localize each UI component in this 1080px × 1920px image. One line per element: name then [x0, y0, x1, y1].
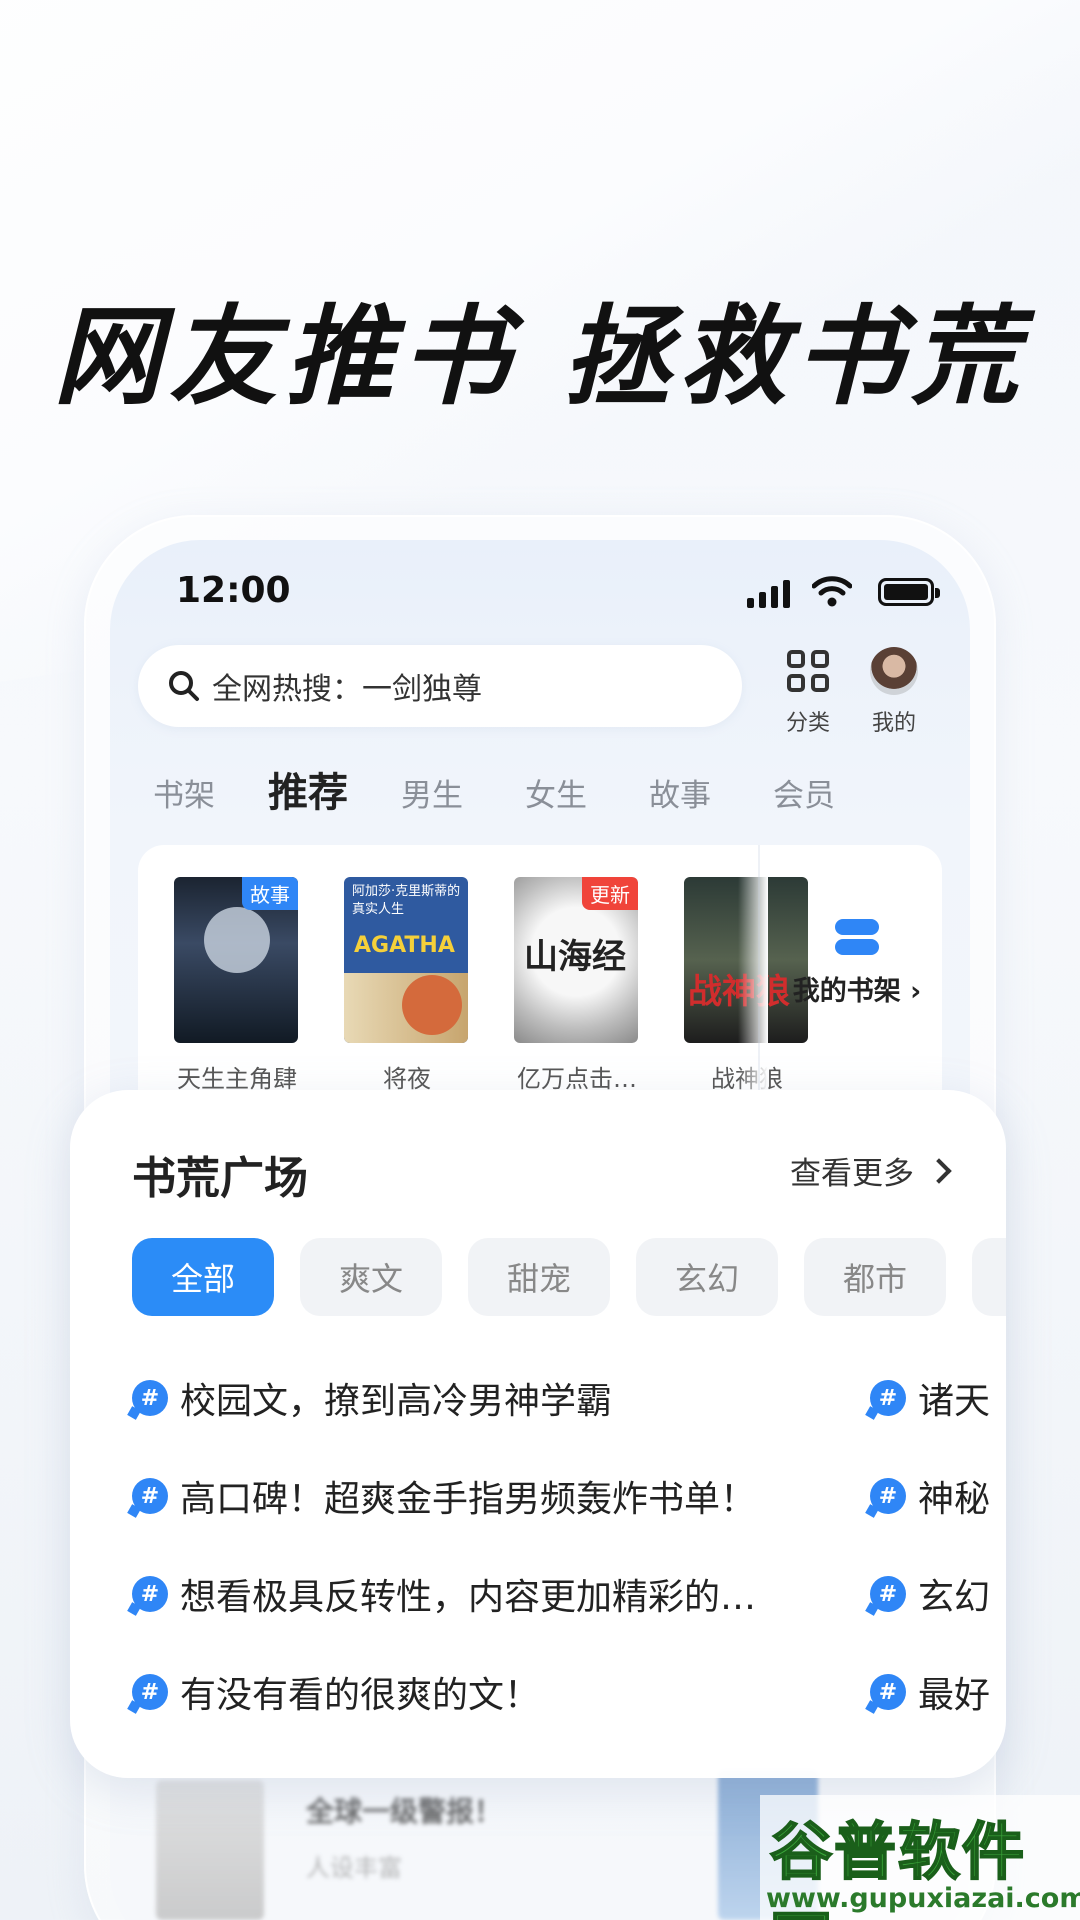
background-book-subtitle: 人设丰富: [306, 1854, 402, 1882]
category-chips: 全部 爽文 甜宠 玄幻 都市: [132, 1238, 1006, 1316]
wifi-icon: [812, 576, 852, 607]
topic-item[interactable]: # 校园文，撩到高冷男神学霸: [132, 1372, 612, 1424]
search-input[interactable]: 全网热搜：一剑独尊: [138, 645, 742, 727]
my-bookshelf-button[interactable]: 我的书架 ›: [772, 915, 942, 1008]
cover-subtitle: 阿加莎·克里斯蒂的真实人生: [352, 884, 461, 917]
chip-xuanhuan[interactable]: 玄幻: [636, 1238, 778, 1316]
topic-item[interactable]: # 想看极具反转性，内容更加精彩的…: [132, 1568, 756, 1620]
topic-label: 诸天: [918, 1381, 991, 1422]
hashtag-icon: #: [870, 1576, 906, 1612]
hashtag-icon: #: [870, 1478, 906, 1514]
tab-male[interactable]: 男生: [370, 770, 494, 815]
background-book-title: 全球一级警报！: [306, 1795, 503, 1828]
shelf-book[interactable]: 山海经 更新 亿万点击…: [514, 877, 640, 1094]
book-cover: 故事: [174, 877, 298, 1043]
hashtag-icon: #: [132, 1380, 168, 1416]
topic-label: 最好: [918, 1675, 991, 1716]
bookshelf-icon: [835, 915, 879, 959]
chip-tianchong[interactable]: 甜宠: [468, 1238, 610, 1316]
mine-button[interactable]: 我的: [854, 645, 934, 737]
search-icon: [169, 671, 199, 701]
book-cover: 山海经 更新: [514, 877, 638, 1043]
topic-item[interactable]: # 诸天: [870, 1372, 990, 1424]
tab-member[interactable]: 会员: [742, 770, 866, 815]
mine-label: 我的: [871, 711, 916, 736]
promo-headline: 网友推书 拯救书荒: [53, 295, 1027, 420]
tab-recommend[interactable]: 推荐: [246, 760, 370, 818]
category-button[interactable]: 分类: [768, 645, 848, 737]
topic-label: 神秘: [918, 1479, 991, 1520]
status-bar: 12:00: [110, 570, 970, 620]
topic-item[interactable]: # 最好: [870, 1666, 990, 1718]
chip-dushi[interactable]: 都市: [804, 1238, 946, 1316]
topic-label: 玄幻: [918, 1577, 991, 1618]
tab-story[interactable]: 故事: [618, 770, 742, 815]
topic-label: 想看极具反转性，内容更加精彩的…: [180, 1577, 757, 1618]
book-title: 亿万点击…: [517, 1065, 637, 1093]
channel-tabs: 书架 推荐 男生 女生 故事 会员: [122, 760, 866, 818]
book-title: 天生主角肆: [177, 1065, 297, 1093]
topic-label: 高口碑！超爽金手指男频轰炸书单！: [180, 1479, 757, 1520]
plaza-title: 书荒广场: [132, 1153, 308, 1204]
watermark-url: www.gupuxiazai.com: [766, 1883, 1080, 1914]
book-title: 将夜: [383, 1065, 431, 1093]
topic-label: 校园文，撩到高冷男神学霸: [180, 1381, 613, 1422]
view-more-label: 查看更多: [790, 1156, 914, 1192]
category-grid-icon: [787, 650, 829, 692]
shelf-book[interactable]: 故事 天生主角肆: [174, 877, 300, 1094]
hashtag-icon: #: [132, 1674, 168, 1710]
topic-item[interactable]: # 玄幻: [870, 1568, 990, 1620]
book-plaza-card: 书荒广场 查看更多 全部 爽文 甜宠 玄幻 都市 # 校园文，撩到高冷男神学霸 …: [70, 1090, 1006, 1778]
cover-title: 山海经: [524, 937, 626, 977]
hashtag-icon: #: [132, 1576, 168, 1612]
tab-female[interactable]: 女生: [494, 770, 618, 815]
avatar: [870, 647, 918, 695]
hashtag-icon: #: [132, 1478, 168, 1514]
signal-icon: [747, 578, 790, 608]
shelf-book[interactable]: 阿加莎·克里斯蒂的真实人生 AGATHA 将夜: [344, 877, 470, 1094]
topic-item[interactable]: # 高口碑！超爽金手指男频轰炸书单！: [132, 1470, 756, 1522]
chip-more[interactable]: [972, 1238, 1006, 1316]
topic-label: 有没有看的很爽的文！: [180, 1675, 541, 1716]
topic-item[interactable]: # 有没有看的很爽的文！: [132, 1666, 540, 1718]
topic-item[interactable]: # 神秘: [870, 1470, 990, 1522]
hashtag-icon: #: [870, 1674, 906, 1710]
search-hot-text: 全网热搜：一剑独尊: [212, 672, 482, 707]
battery-icon: [878, 578, 940, 606]
story-badge: 故事: [242, 877, 298, 910]
book-cover: 阿加莎·克里斯蒂的真实人生 AGATHA: [344, 877, 468, 1043]
cover-title: AGATHA: [354, 933, 455, 958]
update-badge: 更新: [582, 877, 638, 910]
view-more-link[interactable]: 查看更多: [790, 1148, 952, 1193]
hashtag-icon: #: [870, 1380, 906, 1416]
my-bookshelf-label: 我的书架 ›: [792, 976, 922, 1007]
status-time: 12:00: [176, 570, 291, 611]
category-label: 分类: [785, 711, 830, 736]
chip-all[interactable]: 全部: [132, 1238, 274, 1316]
site-watermark: 谷普软件园 www.gupuxiazai.com: [760, 1795, 1080, 1920]
tab-bookshelf[interactable]: 书架: [122, 770, 246, 815]
chip-shuangwen[interactable]: 爽文: [300, 1238, 442, 1316]
chevron-right-icon: [926, 1157, 952, 1184]
